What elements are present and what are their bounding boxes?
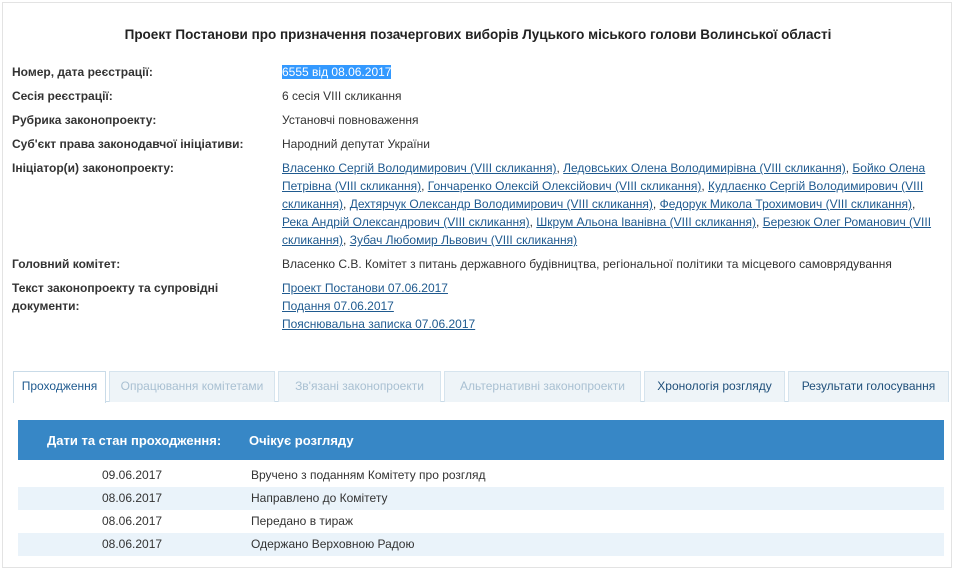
- committee-value: Власенко С.В. Комітет з питань державног…: [282, 257, 892, 271]
- initiator-link[interactable]: Власенко Сергій Володимирович (VIII скли…: [282, 161, 556, 175]
- table-row: 09.06.2017 Вручено з поданням Комітету п…: [18, 464, 944, 487]
- initiator-link[interactable]: Гончаренко Олексій Олексійович (VIII скл…: [428, 179, 702, 193]
- initiators-list: Власенко Сергій Володимирович (VIII скли…: [282, 161, 932, 247]
- session-value: 6 сесія VIII скликання: [282, 89, 402, 103]
- subject-label: Суб'єкт права законодавчої ініціативи:: [12, 137, 244, 151]
- progress-status: Очікує розгляду: [249, 433, 354, 448]
- session-label: Сесія реєстрації:: [12, 89, 113, 103]
- registration-value-text[interactable]: 6555 від 08.06.2017: [282, 65, 392, 79]
- registration-value[interactable]: 6555 від 08.06.2017: [282, 63, 942, 81]
- initiator-link[interactable]: Зубач Любомир Львович (VIII скликання): [350, 233, 577, 247]
- tab-voting-results[interactable]: Результати голосування: [788, 371, 949, 402]
- tab-progress[interactable]: Проходження: [13, 371, 106, 403]
- registration-label: Номер, дата реєстрації:: [12, 65, 153, 79]
- initiator-link[interactable]: Река Андрій Олександрович (VIII скликанн…: [282, 215, 530, 229]
- tab-bar: Проходження Опрацювання комітетами Зв'яз…: [13, 371, 949, 403]
- tab-chronology[interactable]: Хронологія розгляду: [644, 371, 785, 402]
- row-event: Направлено до Комітету: [251, 491, 388, 505]
- table-row: 08.06.2017 Направлено до Комітету: [18, 487, 944, 510]
- initiator-link[interactable]: Дехтярчук Олександр Володимирович (VIII …: [350, 197, 653, 211]
- documents-label: Текст законопроекту та супровідні докуме…: [12, 281, 219, 313]
- initiators-label: Ініціатор(и) законопроекту:: [12, 161, 174, 175]
- table-row: 08.06.2017 Передано в тираж: [18, 510, 944, 533]
- tab-related-bills[interactable]: Зв'язані законопроекти: [278, 371, 441, 402]
- progress-table-header: Дати та стан проходження: Очікує розгляд…: [18, 420, 944, 460]
- subject-value: Народний депутат України: [282, 137, 430, 151]
- row-date: 08.06.2017: [102, 537, 163, 551]
- page-title: Проект Постанови про призначення позачер…: [124, 27, 832, 42]
- row-event: Передано в тираж: [251, 514, 353, 528]
- committee-label: Головний комітет:: [12, 257, 121, 271]
- initiator-link[interactable]: Ледовських Олена Володимирівна (VIII скл…: [563, 161, 846, 175]
- progress-header-label: Дати та стан проходження:: [47, 433, 222, 448]
- document-link[interactable]: Пояснювальна записка 07.06.2017: [282, 315, 942, 333]
- rubric-value: Установчі повноваження: [282, 113, 419, 127]
- rubric-label: Рубрика законопроекту:: [12, 113, 157, 127]
- row-event: Вручено з поданням Комітету про розгляд: [251, 468, 486, 482]
- row-date: 08.06.2017: [102, 491, 163, 505]
- document-link[interactable]: Подання 07.06.2017: [282, 297, 942, 315]
- tab-alternative-bills[interactable]: Альтернативні законопроекти: [444, 371, 641, 402]
- tab-committee-processing[interactable]: Опрацювання комітетами: [109, 371, 275, 402]
- row-event: Одержано Верховною Радою: [251, 537, 415, 551]
- documents-list: Проект Постанови 07.06.2017 Подання 07.0…: [282, 279, 942, 333]
- table-row: 08.06.2017 Одержано Верховною Радою: [18, 533, 944, 556]
- initiator-link[interactable]: Шкрум Альона Іванівна (VIII скликання): [536, 215, 756, 229]
- document-link[interactable]: Проект Постанови 07.06.2017: [282, 279, 942, 297]
- row-date: 09.06.2017: [102, 468, 163, 482]
- initiator-link[interactable]: Федорук Микола Трохимович (VIII скликанн…: [660, 197, 912, 211]
- row-date: 08.06.2017: [102, 514, 163, 528]
